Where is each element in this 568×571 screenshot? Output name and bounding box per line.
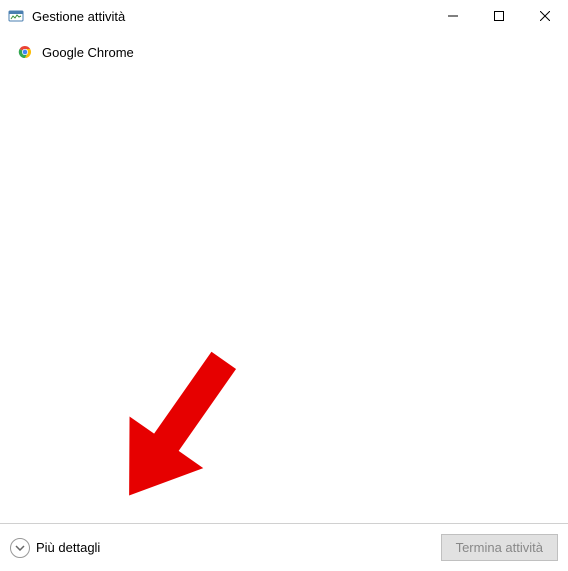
minimize-icon [448, 11, 458, 21]
titlebar: Gestione attività [0, 0, 568, 32]
end-task-button[interactable]: Termina attività [441, 534, 558, 561]
maximize-button[interactable] [476, 0, 522, 32]
maximize-icon [494, 11, 504, 21]
window-controls [430, 0, 568, 32]
annotation-arrow-icon [105, 335, 245, 525]
minimize-button[interactable] [430, 0, 476, 32]
window-title: Gestione attività [32, 9, 430, 24]
list-item[interactable]: Google Chrome [0, 38, 568, 66]
app-list: Google Chrome [0, 32, 568, 66]
close-icon [540, 11, 550, 21]
app-name-label: Google Chrome [42, 45, 134, 60]
chevron-down-icon [10, 538, 30, 558]
more-details-button[interactable]: Più dettagli [10, 538, 100, 558]
close-button[interactable] [522, 0, 568, 32]
footer: Più dettagli Termina attività [0, 523, 568, 571]
more-details-label: Più dettagli [36, 540, 100, 555]
task-manager-icon [8, 8, 24, 24]
chrome-icon [16, 43, 34, 61]
